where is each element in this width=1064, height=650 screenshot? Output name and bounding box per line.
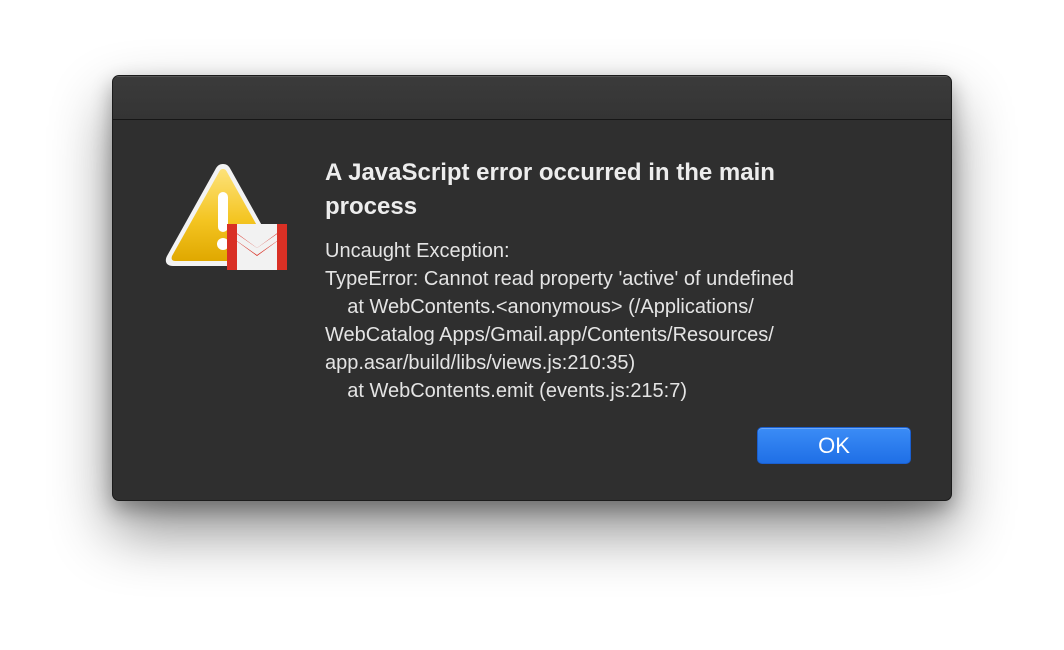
dialog-titlebar[interactable] [113,76,951,120]
dialog-title: A JavaScript error occurred in the main … [325,159,775,220]
screen: A JavaScript error occurred in the main … [0,0,1064,650]
error-dialog: A JavaScript error occurred in the main … [112,75,952,501]
error-message: Uncaught Exception: TypeError: Cannot re… [325,237,925,405]
message-line: Uncaught Exception: [325,240,510,262]
warning-gmail-icon [165,162,289,274]
message-line: at WebContents.<anonymous> (/Application… [325,296,754,318]
message-line: app.asar/build/libs/views.js:210:35) [325,352,636,374]
gmail-icon [227,224,287,270]
message-line: WebCatalog Apps/Gmail.app/Contents/Resou… [325,324,774,346]
message-line: at WebContents.emit (events.js:215:7) [325,380,688,402]
ok-button[interactable]: OK [757,427,911,464]
message-line: TypeError: Cannot read property 'active'… [325,268,795,290]
warning-triangle-icon [165,164,287,270]
